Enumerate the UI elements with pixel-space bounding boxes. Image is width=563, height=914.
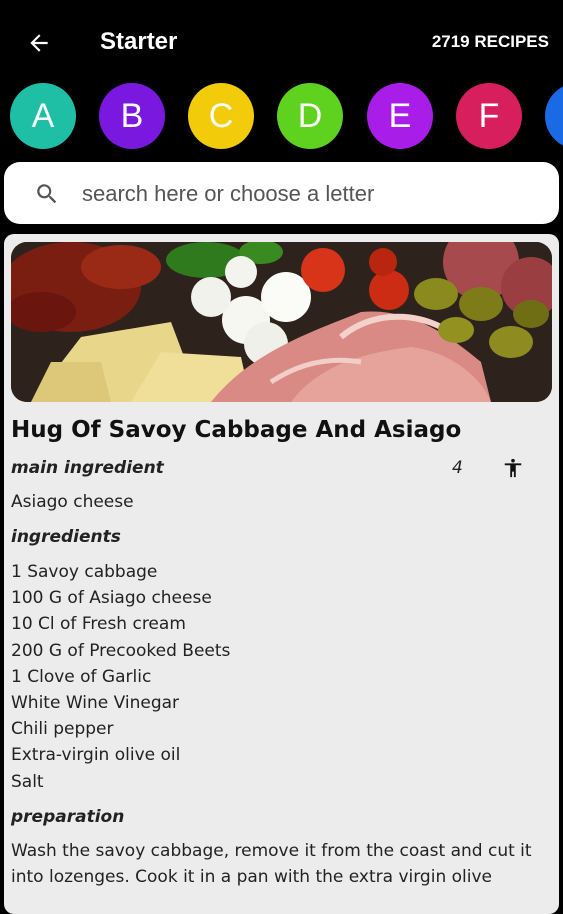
ingredient-item: White Wine Vinegar <box>11 693 180 714</box>
ingredient-item: Extra-virgin olive oil <box>11 745 181 766</box>
search-input[interactable] <box>80 176 544 212</box>
ingredient-item: 10 Cl of Fresh cream <box>11 614 186 635</box>
preparation-label: preparation <box>11 807 125 827</box>
main-ingredient-label: main ingredient <box>11 458 164 478</box>
letter-button-a[interactable]: A <box>10 83 76 149</box>
main-ingredient-value: Asiago cheese <box>11 492 134 512</box>
ingredient-item: Salt <box>11 771 44 792</box>
search-bar <box>4 162 559 224</box>
person-icon <box>504 458 522 478</box>
back-button[interactable] <box>22 26 56 60</box>
recipe-card[interactable]: Hug Of Savoy Cabbage And Asiago main ing… <box>4 234 559 914</box>
preparation-text: Wash the savoy cabbage, remove it from t… <box>11 841 532 887</box>
letter-button-b[interactable]: B <box>99 83 165 149</box>
recipe-image <box>11 242 552 402</box>
ingredient-item: 1 Clove of Garlic <box>11 666 152 687</box>
letter-strip[interactable]: A B C D E F <box>0 78 563 160</box>
ingredient-item: 100 G of Asiago cheese <box>11 588 212 609</box>
ingredient-item: Chili pepper <box>11 719 114 740</box>
ingredient-item: 200 G of Precooked Beets <box>11 640 231 661</box>
letter-button-e[interactable]: E <box>367 83 433 149</box>
letter-button-d[interactable]: D <box>277 83 343 149</box>
ingredients-list: 1 Savoy cabbage 100 G of Asiago cheese 1… <box>11 559 230 795</box>
search-icon <box>37 184 57 204</box>
servings-count: 4 <box>452 458 463 478</box>
recipe-title: Hug Of Savoy Cabbage And Asiago <box>11 417 462 443</box>
ingredient-item: 1 Savoy cabbage <box>11 562 158 582</box>
arrow-left-icon <box>30 34 48 52</box>
recipe-count: 2719 RECIPES <box>431 32 549 51</box>
letter-button-f[interactable]: F <box>456 83 522 149</box>
app-bar: Starter 2719 RECIPES <box>0 0 563 82</box>
letter-button-g[interactable] <box>545 83 563 149</box>
letter-button-c[interactable]: C <box>188 83 254 149</box>
ingredients-label: ingredients <box>11 527 121 547</box>
page-title: Starter <box>100 28 178 55</box>
